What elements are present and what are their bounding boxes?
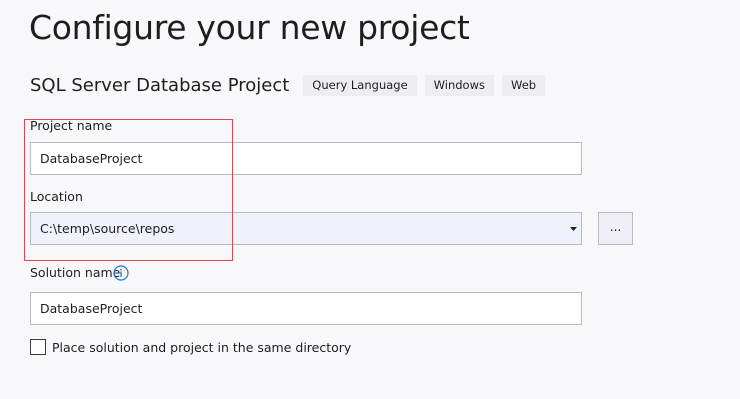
page-title: Configure your new project [29, 8, 470, 47]
location-value: C:\temp\source\repos [40, 221, 175, 236]
same-directory-label[interactable]: Place solution and project in the same d… [52, 340, 351, 355]
tag-web: Web [502, 74, 546, 96]
location-label: Location [30, 189, 83, 204]
tag-query-language: Query Language [303, 74, 417, 96]
solution-name-input[interactable]: DatabaseProject [30, 292, 582, 325]
project-name-label: Project name [30, 118, 113, 133]
chevron-down-icon[interactable] [565, 213, 581, 244]
solution-name-label: Solution name [30, 265, 121, 280]
same-directory-checkbox[interactable] [30, 339, 46, 355]
project-type-row: SQL Server Database Project Query Langua… [30, 72, 553, 98]
browse-button[interactable]: ... [598, 212, 633, 245]
tag-windows: Windows [424, 74, 494, 96]
project-name-input[interactable]: DatabaseProject [30, 142, 582, 175]
info-icon[interactable] [113, 265, 129, 281]
project-type-name: SQL Server Database Project [30, 74, 290, 96]
location-combobox[interactable]: C:\temp\source\repos [30, 212, 582, 245]
